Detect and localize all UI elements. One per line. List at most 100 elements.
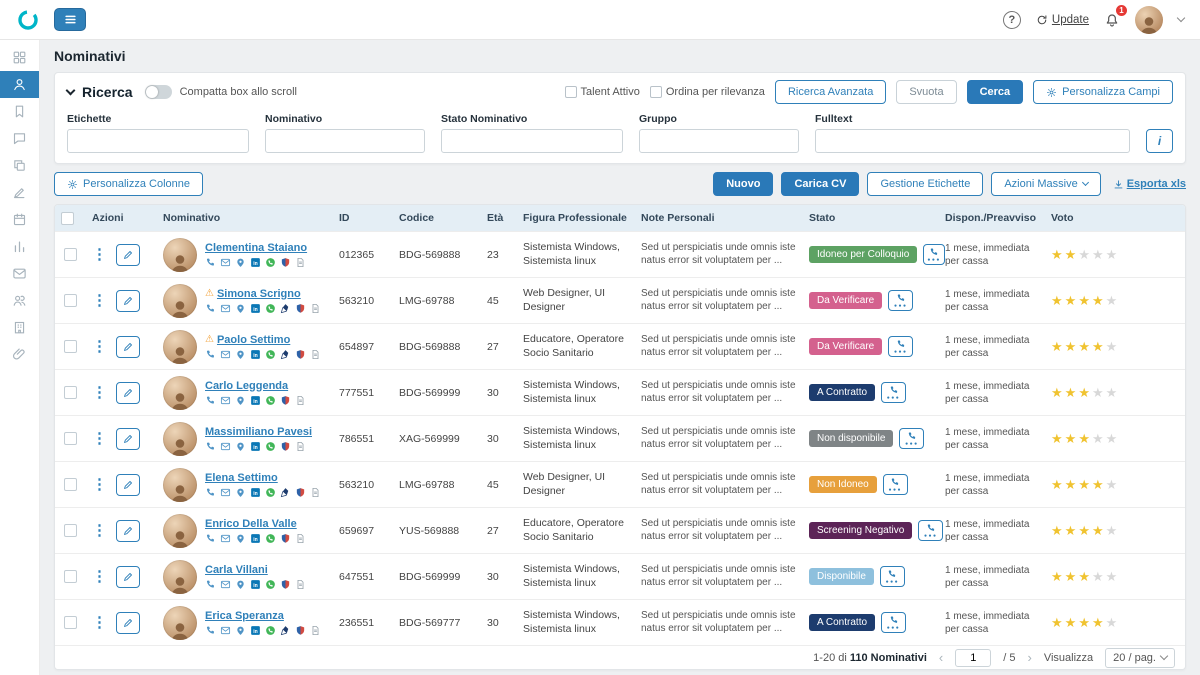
row-checkbox[interactable] [64,478,77,491]
star-icon[interactable]: ★ [1092,247,1106,262]
linkedin-icon[interactable] [250,303,261,314]
mail-icon[interactable] [220,441,231,452]
avatar[interactable] [163,468,197,502]
whatsapp-icon[interactable] [265,441,276,452]
star-icon[interactable]: ★ [1051,477,1065,492]
avatar[interactable] [163,422,197,456]
candidate-name-link[interactable]: Clementina Staiano [205,242,307,254]
signature-pen-icon[interactable] [280,487,291,498]
stato-nominativo-input[interactable] [441,129,623,153]
phone-icon[interactable] [205,533,216,544]
linkedin-icon[interactable] [250,487,261,498]
linkedin-icon[interactable] [250,349,261,360]
sidebar-item-reports[interactable] [0,233,39,260]
linkedin-icon[interactable] [250,257,261,268]
star-icon[interactable]: ★ [1065,615,1079,630]
cv-document-icon[interactable] [310,487,321,498]
notifications-bell-icon[interactable]: 1 [1104,12,1120,28]
edit-button[interactable] [116,428,140,450]
star-icon[interactable]: ★ [1106,293,1120,308]
location-pin-icon[interactable] [235,441,246,452]
sidebar-item-edit[interactable] [0,179,39,206]
whatsapp-icon[interactable] [265,303,276,314]
cv-document-icon[interactable] [295,579,306,590]
location-pin-icon[interactable] [235,625,246,636]
phone-icon[interactable] [205,303,216,314]
star-icon[interactable]: ★ [1092,523,1106,538]
star-icon[interactable]: ★ [1051,339,1065,354]
star-icon[interactable]: ★ [1051,569,1065,584]
signature-pen-icon[interactable] [280,303,291,314]
location-pin-icon[interactable] [235,303,246,314]
user-avatar[interactable] [1135,6,1163,34]
mail-icon[interactable] [220,349,231,360]
privacy-shield-icon[interactable] [295,303,306,314]
personalizza-colonne-button[interactable]: Personalizza Colonne [54,172,203,196]
row-actions-menu-icon[interactable]: ⋮ [92,477,107,492]
etichette-input[interactable] [67,129,249,153]
candidate-name-link[interactable]: Carlo Leggenda [205,380,288,392]
gestione-etichette-button[interactable]: Gestione Etichette [867,172,983,196]
mail-icon[interactable] [220,579,231,590]
star-icon[interactable]: ★ [1078,523,1092,538]
phone-icon[interactable] [205,487,216,498]
star-icon[interactable]: ★ [1078,247,1092,262]
contact-phone-button[interactable]: ●●● [899,428,924,449]
mail-icon[interactable] [220,625,231,636]
linkedin-icon[interactable] [250,533,261,544]
phone-icon[interactable] [205,441,216,452]
star-icon[interactable]: ★ [1078,339,1092,354]
star-icon[interactable]: ★ [1065,569,1079,584]
star-icon[interactable]: ★ [1065,431,1079,446]
contact-phone-button[interactable]: ●●● [881,612,906,633]
star-icon[interactable]: ★ [1051,293,1065,308]
candidate-name-link[interactable]: Elena Settimo [205,472,278,484]
phone-icon[interactable] [205,349,216,360]
ordina-rilevanza-checkbox[interactable]: Ordina per rilevanza [650,86,765,98]
contact-phone-button[interactable]: ●●● [923,244,945,265]
row-actions-menu-icon[interactable]: ⋮ [92,385,107,400]
star-icon[interactable]: ★ [1106,385,1120,400]
privacy-shield-icon[interactable] [295,625,306,636]
star-icon[interactable]: ★ [1092,431,1106,446]
star-icon[interactable]: ★ [1065,247,1079,262]
privacy-shield-icon[interactable] [280,579,291,590]
row-actions-menu-icon[interactable]: ⋮ [92,615,107,630]
row-checkbox[interactable] [64,248,77,261]
row-actions-menu-icon[interactable]: ⋮ [92,339,107,354]
linkedin-icon[interactable] [250,579,261,590]
candidate-name-link[interactable]: Massimiliano Pavesi [205,426,312,438]
ricerca-avanzata-button[interactable]: Ricerca Avanzata [775,80,886,104]
carica-cv-button[interactable]: Carica CV [781,172,859,196]
sidebar-item-candidates[interactable] [0,71,39,98]
edit-button[interactable] [116,474,140,496]
star-icon[interactable]: ★ [1078,569,1092,584]
privacy-shield-icon[interactable] [295,487,306,498]
star-icon[interactable]: ★ [1092,615,1106,630]
edit-button[interactable] [116,520,140,542]
whatsapp-icon[interactable] [265,487,276,498]
edit-button[interactable] [116,336,140,358]
collapse-chevron-icon[interactable] [66,85,76,95]
candidate-name-link[interactable]: Paolo Settimo [217,334,290,346]
star-icon[interactable]: ★ [1106,247,1120,262]
privacy-shield-icon[interactable] [280,533,291,544]
edit-button[interactable] [116,382,140,404]
phone-icon[interactable] [205,579,216,590]
edit-button[interactable] [116,244,140,266]
talent-attivo-checkbox[interactable]: Talent Attivo [565,86,640,98]
star-icon[interactable]: ★ [1065,339,1079,354]
mail-icon[interactable] [220,487,231,498]
location-pin-icon[interactable] [235,579,246,590]
cv-document-icon[interactable] [310,349,321,360]
location-pin-icon[interactable] [235,533,246,544]
star-icon[interactable]: ★ [1106,615,1120,630]
cv-document-icon[interactable] [310,625,321,636]
star-icon[interactable]: ★ [1106,339,1120,354]
privacy-shield-icon[interactable] [280,395,291,406]
star-icon[interactable]: ★ [1106,477,1120,492]
row-actions-menu-icon[interactable]: ⋮ [92,431,107,446]
sidebar-item-dashboard[interactable] [0,44,39,71]
whatsapp-icon[interactable] [265,533,276,544]
star-icon[interactable]: ★ [1051,615,1065,630]
